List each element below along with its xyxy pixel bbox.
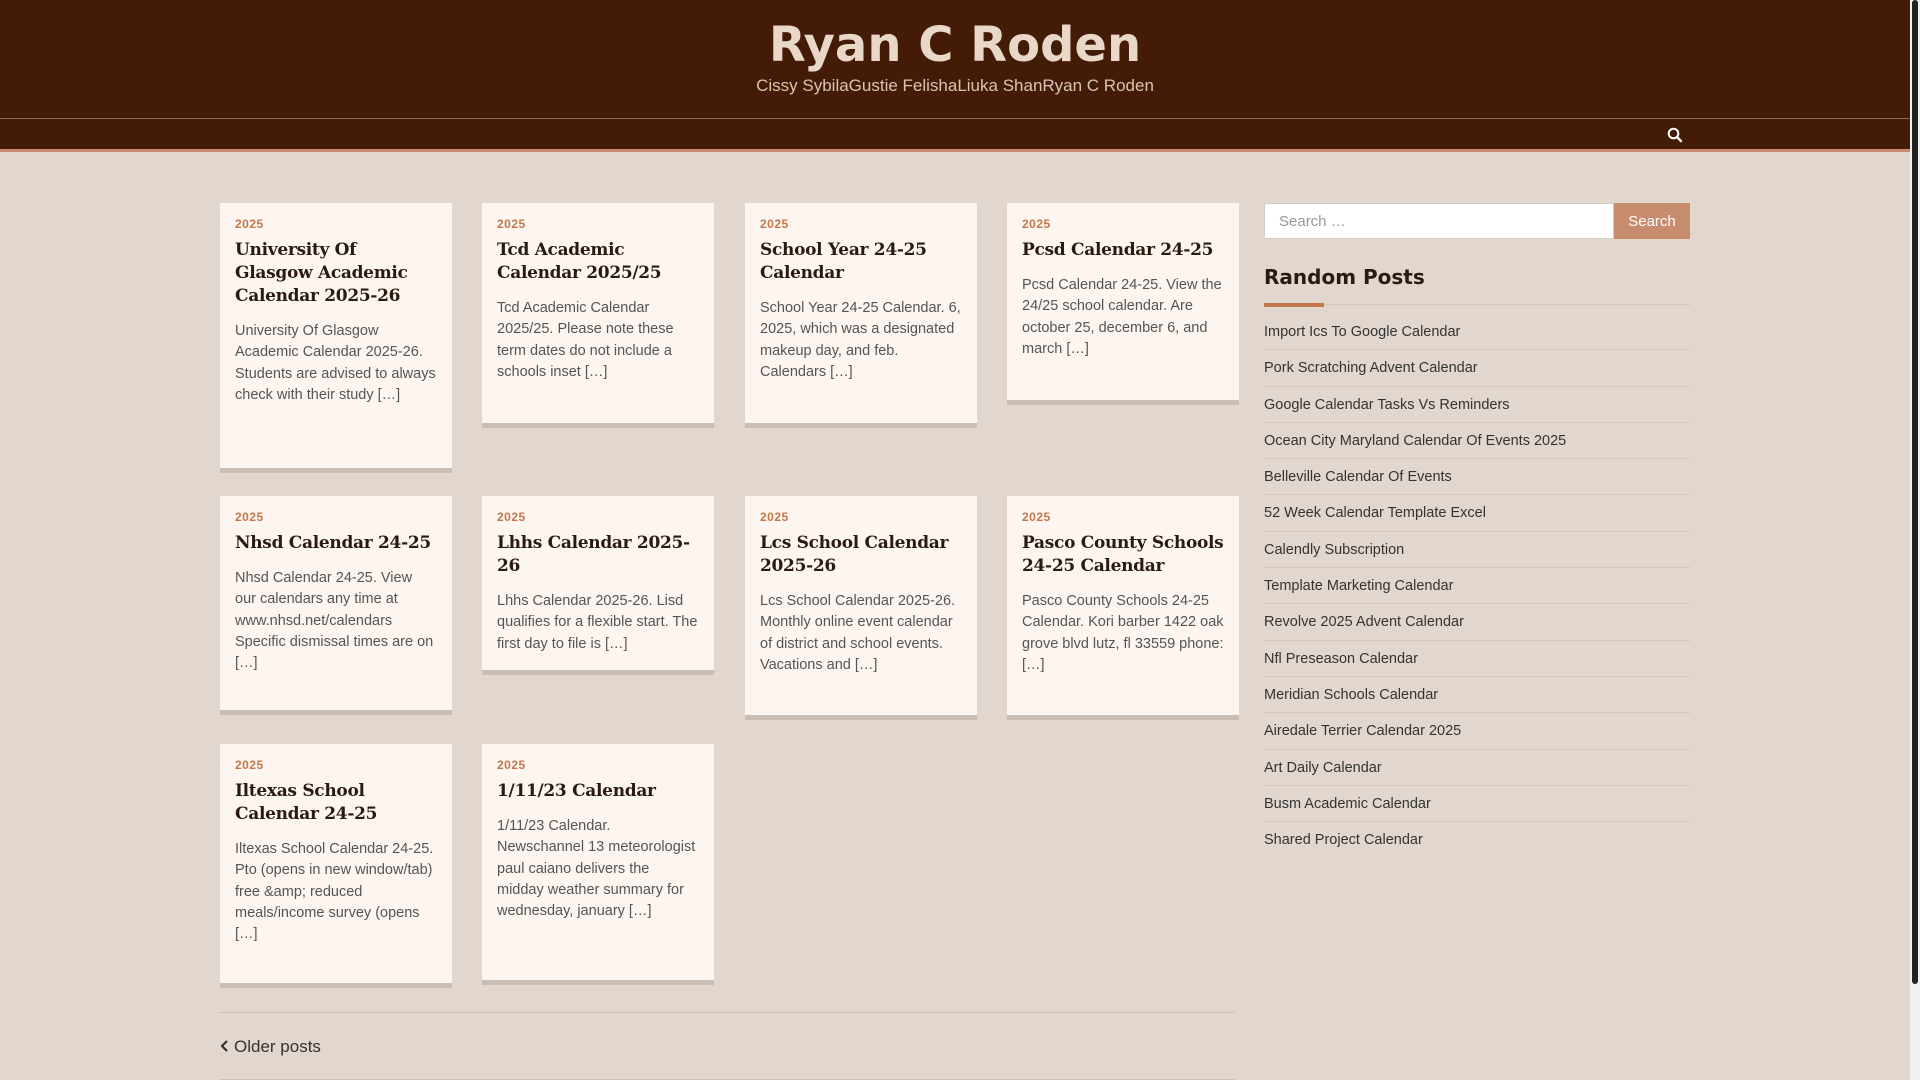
post-excerpt: Nhsd Calendar 24-25. View our calendars … xyxy=(235,570,434,672)
post-category[interactable]: 2025 xyxy=(760,217,962,235)
older-posts-label: Older posts xyxy=(234,1037,321,1056)
random-post-link[interactable]: Ocean City Maryland Calendar Of Events 2… xyxy=(1264,423,1690,460)
random-post-link[interactable]: Airedale Terrier Calendar 2025 xyxy=(1264,713,1690,750)
post-excerpt: School Year 24-25 Calendar. 6, 2025, whi… xyxy=(760,300,961,380)
post-card: 2025 Pcsd Calendar 24-25 Pcsd Calendar 2… xyxy=(1007,203,1239,405)
random-post-link[interactable]: 52 Week Calendar Template Excel xyxy=(1264,495,1690,532)
random-post-link[interactable]: Nfl Preseason Calendar xyxy=(1264,641,1690,677)
older-posts-link[interactable]: Older posts xyxy=(220,1037,321,1057)
post-category[interactable]: 2025 xyxy=(235,217,437,235)
widget-divider xyxy=(1264,304,1690,305)
post-category[interactable]: 2025 xyxy=(235,510,437,528)
post-card: 2025 Lcs School Calendar 2025-26 Lcs Sch… xyxy=(745,496,977,720)
post-excerpt: 1/11/23 Calendar. Newschannel 13 meteoro… xyxy=(497,818,696,920)
random-post-link[interactable]: Art Daily Calendar xyxy=(1264,750,1690,786)
post-card: 2025 Iltexas School Calendar 24-25 Iltex… xyxy=(220,744,452,988)
post-category[interactable]: 2025 xyxy=(760,510,962,528)
post-category[interactable]: 2025 xyxy=(235,758,437,776)
post-pagination: Older posts xyxy=(220,1012,1235,1080)
post-title[interactable]: Nhsd Calendar 24-25 xyxy=(235,532,437,555)
post-excerpt: Lhhs Calendar 2025-26. Lisd qualifies fo… xyxy=(497,593,698,652)
post-card: 2025 Pasco County Schools 24-25 Calendar… xyxy=(1007,496,1239,720)
random-post-link[interactable]: Pork Scratching Advent Calendar xyxy=(1264,350,1690,387)
post-title[interactable]: Pcsd Calendar 24-25 xyxy=(1022,239,1224,262)
search-input[interactable] xyxy=(1264,203,1614,239)
chevron-left-icon xyxy=(220,1037,232,1057)
random-post-link[interactable]: Meridian Schools Calendar xyxy=(1264,677,1690,714)
random-posts-list: Import Ics To Google Calendar Pork Scrat… xyxy=(1264,314,1690,858)
post-excerpt: Pcsd Calendar 24-25. View the 24/25 scho… xyxy=(1022,277,1222,357)
site-title[interactable]: Ryan C Roden xyxy=(0,17,1910,73)
random-post-link[interactable]: Revolve 2025 Advent Calendar xyxy=(1264,604,1690,641)
site-description: Cissy SybilaGustie FelishaLiuka ShanRyan… xyxy=(756,76,1154,95)
post-title[interactable]: 1/11/23 Calendar xyxy=(497,780,699,803)
search-button[interactable]: Search xyxy=(1614,203,1690,239)
post-excerpt: University Of Glasgow Academic Calendar … xyxy=(235,323,436,403)
post-excerpt: Tcd Academic Calendar 2025/25. Please no… xyxy=(497,300,674,380)
post-title[interactable]: Pasco County Schools 24-25 Calendar xyxy=(1022,532,1224,578)
random-post-link[interactable]: Shared Project Calendar xyxy=(1264,822,1690,858)
post-card: 2025 1/11/23 Calendar 1/11/23 Calendar. … xyxy=(482,744,714,985)
main-navbar xyxy=(0,118,1910,152)
post-card: 2025 Tcd Academic Calendar 2025/25 Tcd A… xyxy=(482,203,714,428)
random-post-link[interactable]: Google Calendar Tasks Vs Reminders xyxy=(1264,387,1690,423)
post-title[interactable]: Lcs School Calendar 2025-26 xyxy=(760,532,962,578)
random-posts-title: Random Posts xyxy=(1264,265,1425,289)
post-category[interactable]: 2025 xyxy=(497,510,699,528)
post-card: 2025 School Year 24-25 Calendar School Y… xyxy=(745,203,977,428)
post-title[interactable]: Tcd Academic Calendar 2025/25 xyxy=(497,239,699,285)
random-post-link[interactable]: Belleville Calendar Of Events xyxy=(1264,459,1690,496)
search-icon[interactable] xyxy=(1666,126,1684,144)
post-category[interactable]: 2025 xyxy=(497,758,699,776)
post-title[interactable]: Lhhs Calendar 2025-26 xyxy=(497,532,699,578)
post-excerpt: Pasco County Schools 24-25 Calendar. Kor… xyxy=(1022,593,1224,673)
random-post-link[interactable]: Busm Academic Calendar xyxy=(1264,786,1690,823)
random-post-link[interactable]: Template Marketing Calendar xyxy=(1264,568,1690,605)
post-title[interactable]: School Year 24-25 Calendar xyxy=(760,239,962,285)
post-card: 2025 Nhsd Calendar 24-25 Nhsd Calendar 2… xyxy=(220,496,452,715)
random-post-link[interactable]: Import Ics To Google Calendar xyxy=(1264,314,1690,351)
random-post-link[interactable]: Calendly Subscription xyxy=(1264,532,1690,569)
post-excerpt: Lcs School Calendar 2025-26. Monthly onl… xyxy=(760,593,956,673)
widget-accent-bar xyxy=(1264,303,1324,307)
post-category[interactable]: 2025 xyxy=(497,217,699,235)
scrollbar-thumb[interactable] xyxy=(1912,0,1918,984)
site-header: Ryan C Roden Cissy SybilaGustie FelishaL… xyxy=(0,0,1910,118)
post-title[interactable]: Iltexas School Calendar 24-25 xyxy=(235,780,437,826)
post-title[interactable]: University Of Glasgow Academic Calendar … xyxy=(235,239,437,308)
post-card: 2025 University Of Glasgow Academic Cale… xyxy=(220,203,452,473)
post-excerpt: Iltexas School Calendar 24-25. Pto (open… xyxy=(235,841,434,943)
post-card: 2025 Lhhs Calendar 2025-26 Lhhs Calendar… xyxy=(482,496,714,675)
post-category[interactable]: 2025 xyxy=(1022,510,1224,528)
post-category[interactable]: 2025 xyxy=(1022,217,1224,235)
